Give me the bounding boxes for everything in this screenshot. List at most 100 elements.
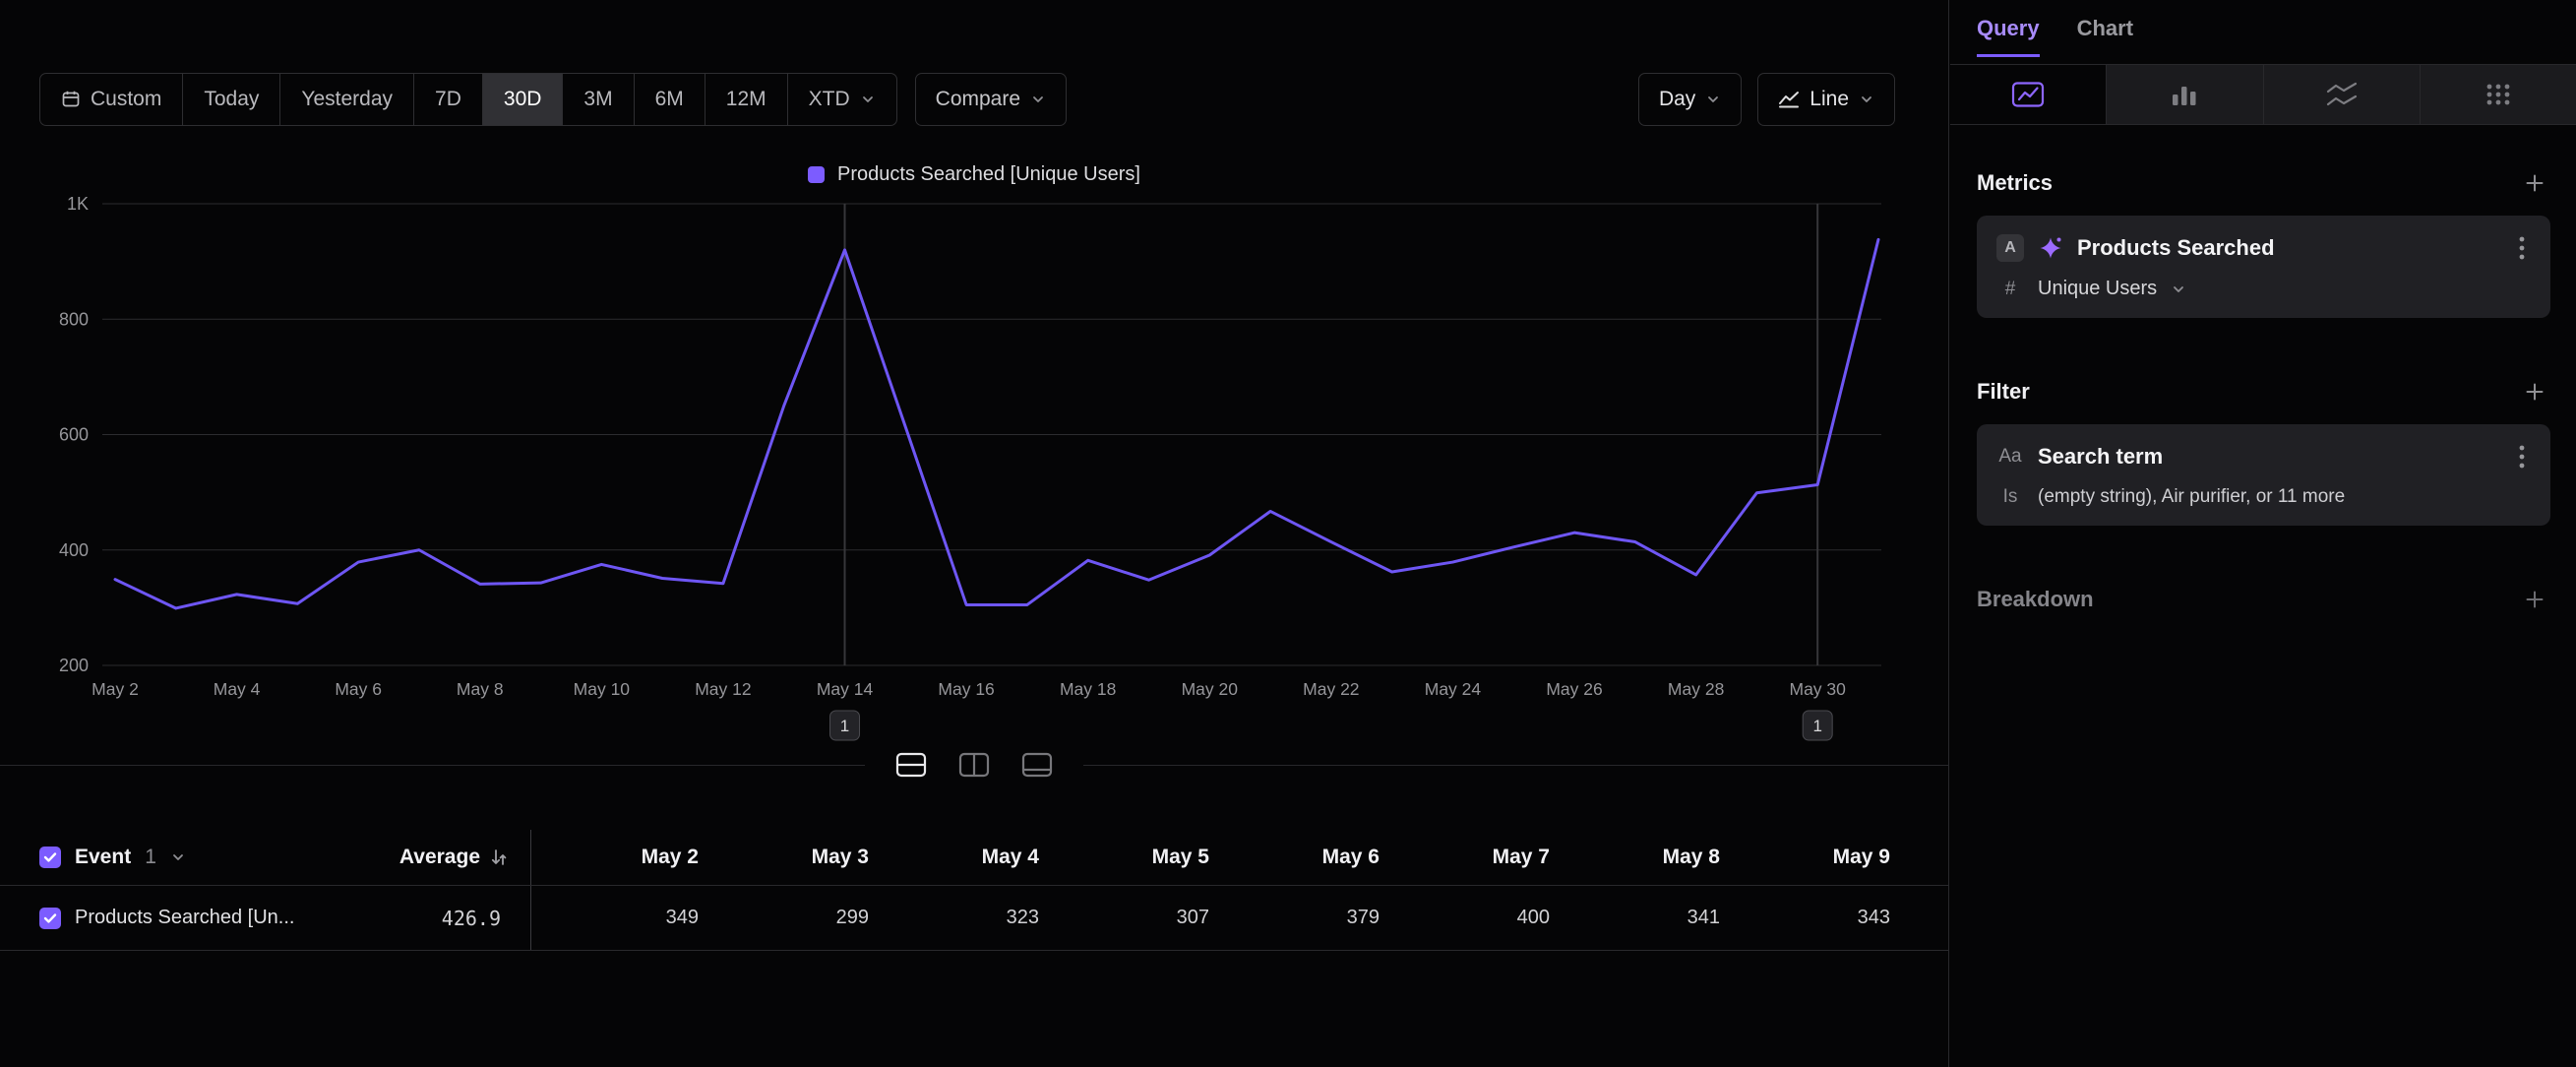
sort-icon [489, 847, 509, 867]
layout-full-icon [1021, 751, 1053, 779]
filter-type-badge: Aa [1996, 446, 2024, 468]
chart-type-stacked-tab[interactable] [2263, 65, 2420, 124]
granularity-button[interactable]: Day [1638, 73, 1742, 126]
svg-text:May 28: May 28 [1668, 679, 1724, 699]
filter-value[interactable]: (empty string), Air purifier, or 11 more [2038, 486, 2531, 508]
kebab-menu-icon[interactable] [2513, 442, 2531, 471]
toolbar: CustomTodayYesterday7D30D3M6M12MXTD Comp… [39, 73, 1895, 126]
svg-text:1: 1 [1812, 717, 1821, 735]
svg-text:200: 200 [59, 656, 89, 675]
chart-legend: Products Searched [Unique Users] [0, 163, 1948, 186]
chevron-down-icon[interactable] [2171, 282, 2186, 297]
column-header-may-8[interactable]: May 8 [1552, 830, 1722, 885]
column-header-may-5[interactable]: May 5 [1041, 830, 1211, 885]
range-button-7d[interactable]: 7D [414, 74, 483, 125]
svg-text:May 26: May 26 [1546, 679, 1602, 699]
svg-text:May 22: May 22 [1303, 679, 1359, 699]
breakdown-section-header: Breakdown [1950, 587, 2576, 612]
metrics-section-header: Metrics [1950, 170, 2576, 196]
annotation-badge[interactable]: 1 [830, 711, 860, 740]
series-line [115, 239, 1878, 608]
range-button-xtd[interactable]: XTD [788, 74, 896, 125]
value-cell: 379 [1211, 886, 1381, 950]
granularity-label: Day [1659, 88, 1695, 111]
range-button-12m[interactable]: 12M [705, 74, 788, 125]
column-header-may-3[interactable]: May 3 [701, 830, 871, 885]
value-cell: 341 [1552, 886, 1722, 950]
svg-text:May 6: May 6 [335, 679, 382, 699]
range-button-today[interactable]: Today [183, 74, 280, 125]
layout-split-vertical-button[interactable] [950, 740, 999, 789]
range-button-30d[interactable]: 30D [483, 74, 564, 125]
svg-text:May 8: May 8 [457, 679, 504, 699]
value-cell: 307 [1041, 886, 1211, 950]
add-filter-button[interactable] [2523, 380, 2546, 404]
chart-type-line-tab[interactable] [1950, 65, 2106, 124]
column-header-may-4[interactable]: May 4 [871, 830, 1041, 885]
range-button-6m[interactable]: 6M [635, 74, 705, 125]
tab-chart[interactable]: Chart [2077, 0, 2133, 57]
chart-type-tabs [1950, 64, 2576, 125]
svg-text:1K: 1K [67, 194, 89, 214]
legend-swatch [808, 166, 825, 183]
chart-type-button[interactable]: Line [1757, 73, 1895, 126]
check-icon [43, 912, 57, 924]
column-header-may-6[interactable]: May 6 [1211, 830, 1381, 885]
tab-query[interactable]: Query [1977, 0, 2040, 57]
layout-split-horizontal-button[interactable] [887, 740, 936, 789]
chart-type-grid-tab[interactable] [2420, 65, 2576, 124]
average-value: 426.9 [442, 907, 501, 930]
svg-text:May 18: May 18 [1060, 679, 1116, 699]
svg-text:May 16: May 16 [938, 679, 994, 699]
kebab-menu-icon[interactable] [2513, 233, 2531, 263]
compare-button[interactable]: Compare [915, 73, 1067, 126]
layout-full-button[interactable] [1012, 740, 1062, 789]
value-cell: 323 [871, 886, 1041, 950]
sidebar-tabs: Query Chart [1950, 0, 2576, 57]
plus-icon [2523, 380, 2546, 404]
average-header-cell[interactable]: Average [344, 846, 530, 869]
column-header-may-9[interactable]: May 9 [1722, 830, 1892, 885]
line-chart-icon [1778, 90, 1800, 109]
range-button-yesterday[interactable]: Yesterday [280, 74, 414, 125]
filter-card[interactable]: Aa Search term Is (empty string), Air pu… [1977, 424, 2550, 526]
svg-text:May 10: May 10 [574, 679, 631, 699]
plus-icon [2523, 588, 2546, 611]
line-chart[interactable]: 2004006008001K11May 2May 4May 6May 8May … [18, 185, 1917, 756]
chevron-down-icon [1705, 92, 1721, 107]
date-range-group: CustomTodayYesterday7D30D3M6M12MXTD [39, 73, 897, 126]
annotation-badge[interactable]: 1 [1803, 711, 1832, 740]
add-metric-button[interactable] [2523, 171, 2546, 195]
filter-operator[interactable]: Is [1996, 486, 2024, 508]
range-button-3m[interactable]: 3M [563, 74, 634, 125]
svg-text:May 12: May 12 [695, 679, 751, 699]
aggregation-selector[interactable]: Unique Users [2038, 278, 2157, 300]
query-sidebar: Query Chart Metrics A Products Searched [1950, 0, 2576, 1067]
add-breakdown-button[interactable] [2523, 588, 2546, 611]
select-all-checkbox[interactable] [39, 847, 61, 868]
table-header: Event 1 Average May 2May 3May 4May 5May … [0, 830, 1949, 886]
sparkle-icon [2038, 235, 2063, 261]
main-panel: CustomTodayYesterday7D30D3M6M12MXTD Comp… [0, 0, 1949, 1067]
table-row[interactable]: Products Searched [Un... 426.9 349299323… [0, 886, 1949, 951]
range-button-custom[interactable]: Custom [40, 74, 183, 125]
check-icon [43, 851, 57, 863]
metric-card[interactable]: A Products Searched # Unique Users [1977, 216, 2550, 318]
row-checkbox[interactable] [39, 908, 61, 929]
svg-text:400: 400 [59, 540, 89, 560]
chevron-down-icon[interactable] [170, 849, 186, 865]
compare-label: Compare [936, 88, 1020, 111]
column-header-may-7[interactable]: May 7 [1381, 830, 1552, 885]
chevron-down-icon [1030, 92, 1046, 107]
value-cell: 349 [530, 886, 701, 950]
filter-section-header: Filter [1950, 379, 2576, 405]
event-name: Products Searched [Un... [75, 907, 294, 929]
layout-split-vertical-icon [958, 751, 990, 779]
svg-text:May 20: May 20 [1182, 679, 1239, 699]
filter-property-name: Search term [2038, 444, 2499, 470]
column-header-may-2[interactable]: May 2 [530, 830, 701, 885]
value-cell: 299 [701, 886, 871, 950]
event-header-label: Event [75, 846, 131, 869]
chart-type-bar-tab[interactable] [2106, 65, 2262, 124]
svg-text:May 14: May 14 [817, 679, 874, 699]
